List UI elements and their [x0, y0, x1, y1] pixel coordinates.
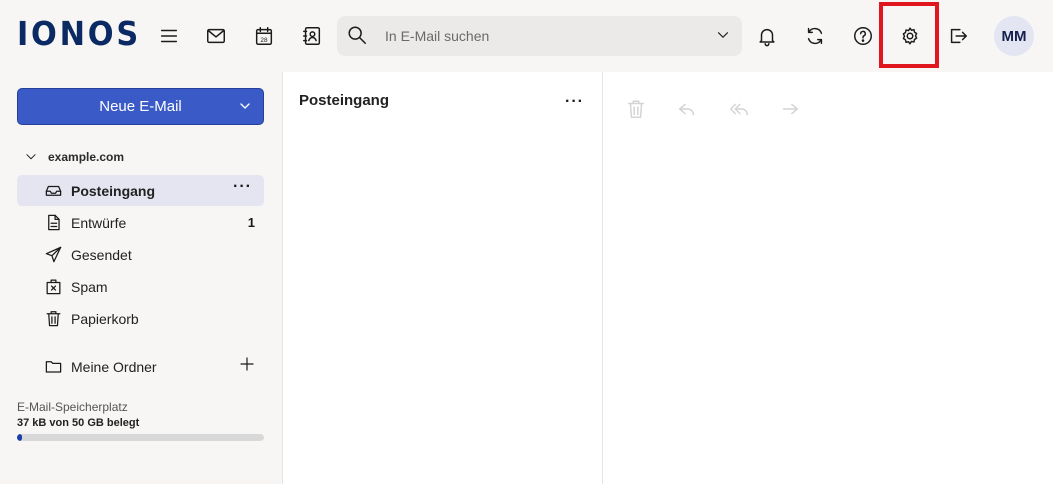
- chevron-down-icon[interactable]: [714, 26, 732, 44]
- reply-all-icon[interactable]: [728, 98, 750, 120]
- top-bar: IONOS 28 MM: [0, 0, 1053, 72]
- sidebar-item-entwuerfe[interactable]: Entwürfe 1: [17, 207, 264, 238]
- logout-icon[interactable]: [944, 22, 972, 50]
- trash-icon: [46, 311, 61, 327]
- search-icon[interactable]: [346, 24, 368, 46]
- ionos-logo[interactable]: IONOS: [17, 14, 141, 53]
- sidebar: Neue E-Mail example.com Posteingang ··· …: [0, 72, 281, 484]
- new-mail-label: Neue E-Mail: [99, 98, 182, 115]
- calendar-day: 28: [260, 37, 268, 44]
- spam-icon: [46, 279, 61, 295]
- inbox-icon: [45, 185, 62, 196]
- bell-icon[interactable]: [753, 22, 781, 50]
- sidebar-item-label: Entwürfe: [71, 215, 127, 231]
- calendar-icon[interactable]: 28: [250, 22, 278, 50]
- sidebar-item-label: Meine Ordner: [71, 359, 157, 375]
- new-mail-button[interactable]: Neue E-Mail: [17, 88, 264, 125]
- storage-label: E-Mail-Speicherplatz: [17, 400, 128, 414]
- menu-icon[interactable]: [155, 22, 183, 50]
- avatar[interactable]: MM: [994, 16, 1034, 56]
- account-name: example.com: [48, 150, 125, 164]
- add-folder-icon[interactable]: [238, 355, 256, 373]
- sidebar-item-gesendet[interactable]: Gesendet: [17, 239, 264, 270]
- contacts-icon[interactable]: [298, 22, 326, 50]
- storage-bar: [17, 434, 264, 441]
- storage-bar-fill: [17, 434, 22, 441]
- sidebar-item-label: Papierkorb: [71, 311, 139, 327]
- sidebar-item-label: Gesendet: [71, 247, 132, 263]
- settings-highlight-box: [879, 2, 939, 68]
- sidebar-item-spam[interactable]: Spam: [17, 271, 264, 302]
- list-more-icon[interactable]: ···: [565, 93, 584, 111]
- folder-icon: [45, 361, 62, 373]
- chevron-down-icon[interactable]: [237, 98, 253, 114]
- search-input[interactable]: [385, 16, 685, 56]
- trash-icon[interactable]: [625, 98, 647, 120]
- sidebar-item-meine-ordner[interactable]: Meine Ordner: [17, 351, 264, 382]
- search-bar[interactable]: [337, 16, 742, 56]
- forward-icon[interactable]: [779, 98, 801, 120]
- reading-pane: [602, 72, 1053, 484]
- sidebar-item-label: Spam: [71, 279, 108, 295]
- sidebar-item-papierkorb[interactable]: Papierkorb: [17, 303, 264, 334]
- more-icon[interactable]: ···: [233, 178, 252, 196]
- sidebar-item-label: Posteingang: [71, 183, 156, 199]
- mail-icon[interactable]: [202, 22, 230, 50]
- unread-count: 1: [247, 215, 255, 230]
- drafts-icon: [48, 214, 60, 231]
- help-icon[interactable]: [849, 22, 877, 50]
- list-title: Posteingang: [299, 92, 390, 109]
- storage-value: 37 kB von 50 GB belegt: [17, 417, 140, 429]
- reply-icon[interactable]: [676, 98, 698, 120]
- account-toggle[interactable]: example.com: [24, 150, 124, 164]
- chevron-down-icon: [26, 154, 36, 160]
- message-list-pane: Posteingang ···: [282, 72, 602, 484]
- sent-icon: [45, 246, 62, 263]
- sidebar-item-posteingang[interactable]: Posteingang ···: [17, 175, 264, 206]
- sync-icon[interactable]: [801, 22, 829, 50]
